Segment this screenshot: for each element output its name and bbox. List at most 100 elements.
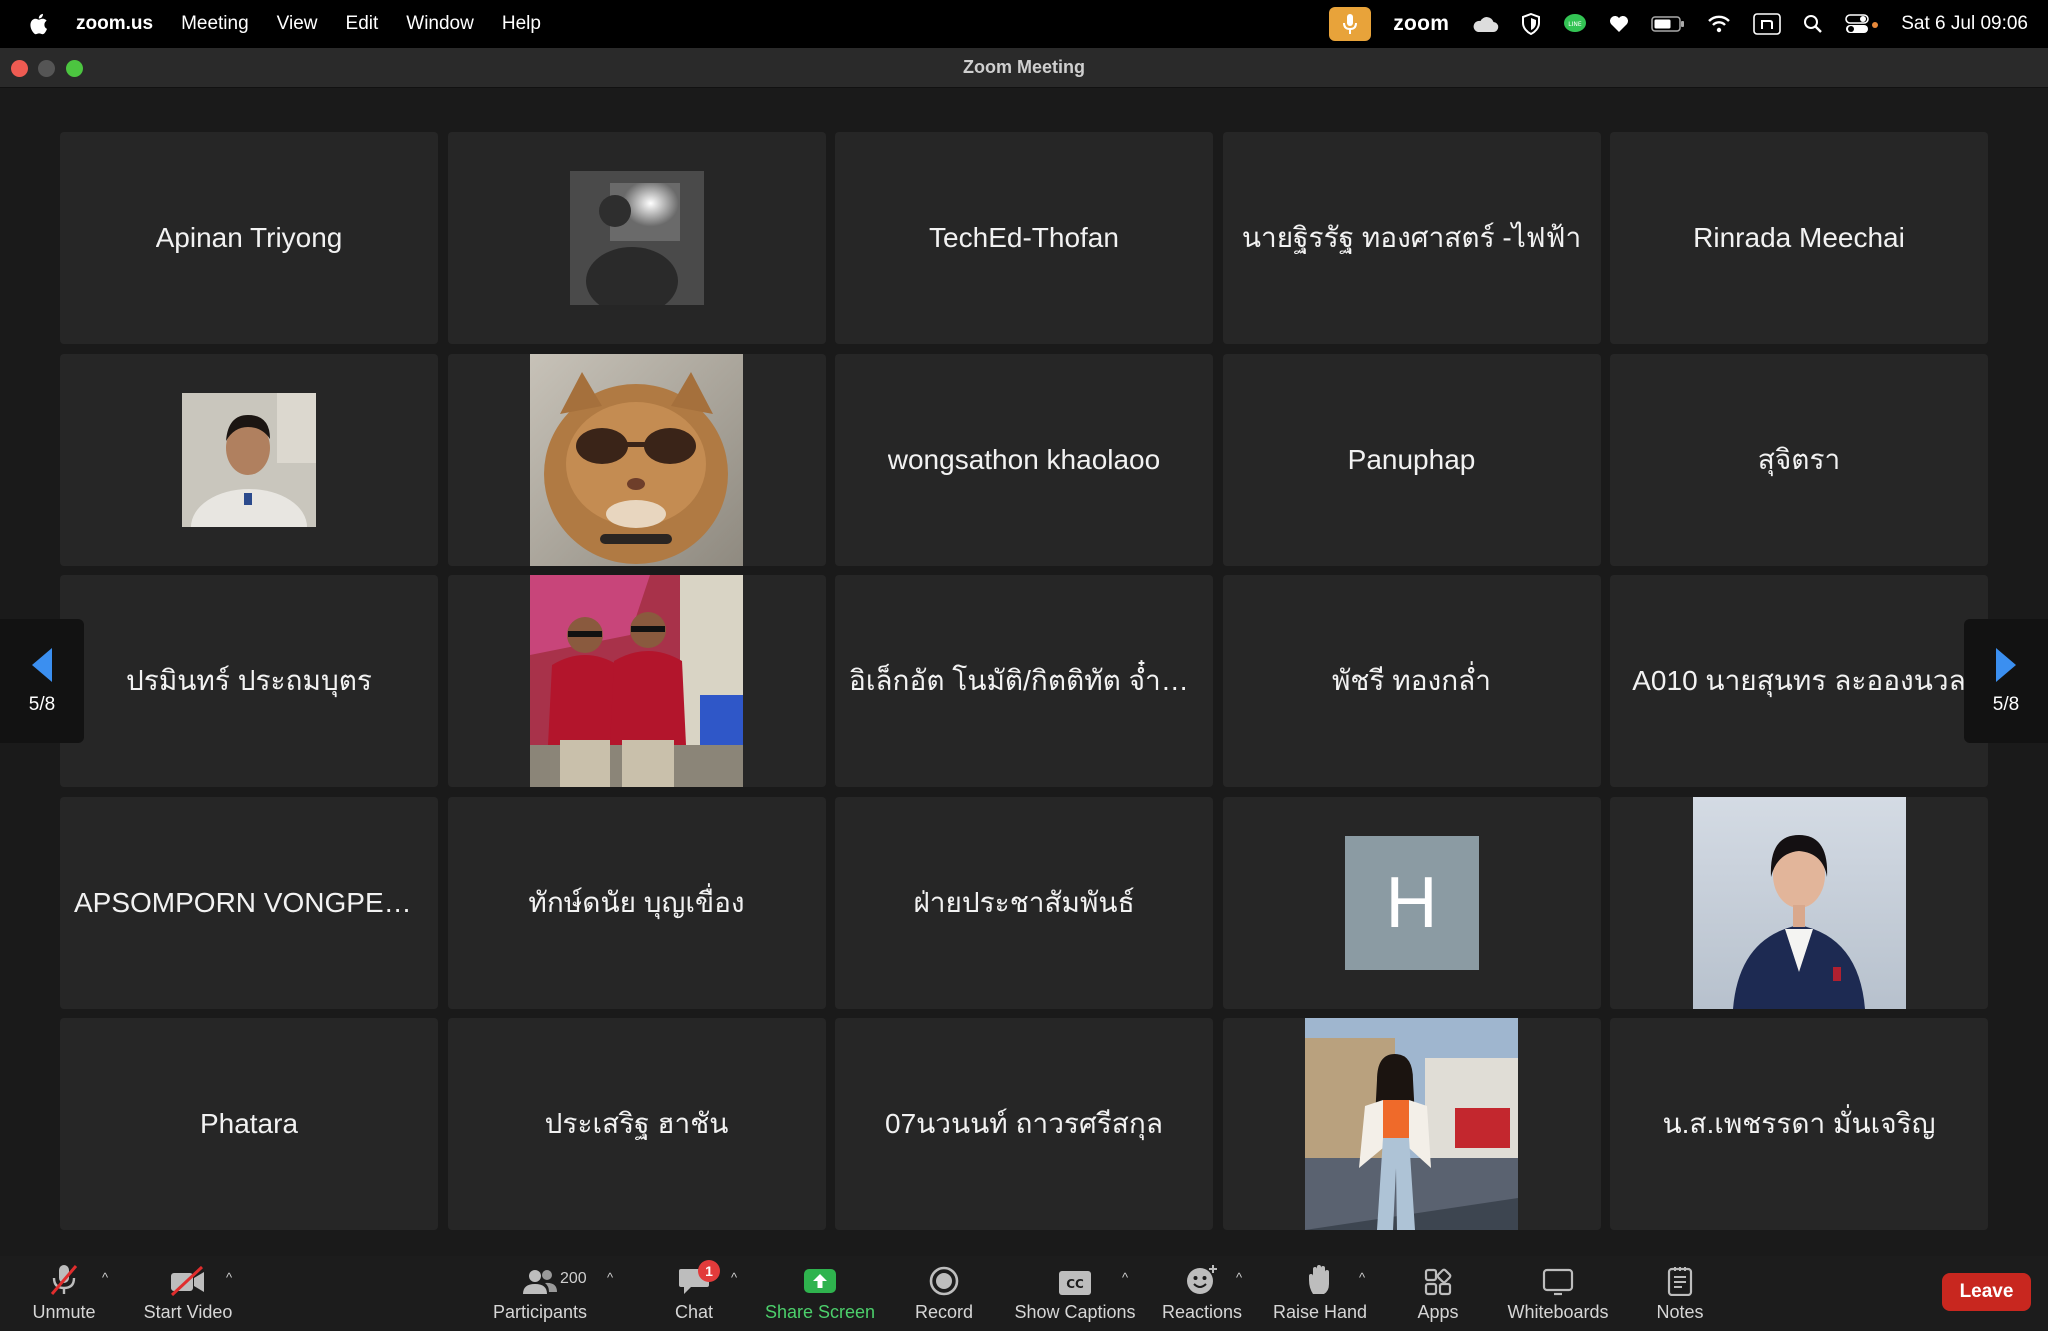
chevron-right-icon <box>1996 648 2016 682</box>
svg-text:CC: CC <box>1066 1277 1084 1291</box>
share-screen-button[interactable]: Share Screen <box>760 1256 880 1331</box>
shield-icon[interactable] <box>1521 13 1541 35</box>
record-button[interactable]: Record <box>904 1256 984 1331</box>
participant-tile[interactable]: ปรมินทร์ ประถมบุตร <box>60 575 438 787</box>
participant-tile[interactable]: Rinrada Meechai <box>1610 132 1988 344</box>
participant-cat-photo <box>530 353 743 566</box>
chat-label: Chat <box>674 1302 714 1322</box>
menu-help[interactable]: Help <box>502 13 541 35</box>
chevron-left-icon <box>32 648 52 682</box>
unmute-label: Unmute <box>32 1302 96 1322</box>
raise-hand-button[interactable]: Raise Hand <box>1272 1256 1368 1331</box>
raise-hand-options-caret-icon[interactable]: ^ <box>1359 1270 1365 1285</box>
participant-group-photo <box>530 575 743 787</box>
participant-tile[interactable]: น.ส.เพชรรดา มั่นเจริญ <box>1610 1018 1988 1230</box>
participant-name: APSOMPORN VONGPEA... <box>74 886 424 918</box>
participant-tile[interactable]: APSOMPORN VONGPEA... <box>60 796 438 1009</box>
participant-name: 07นวนนท์ ถาวรศรีสกุล <box>885 1108 1163 1139</box>
participant-name: ทักษ์ดนัย บุญเขื่อง <box>528 886 745 918</box>
participant-tile[interactable] <box>1610 796 1988 1009</box>
menu-view[interactable]: View <box>277 13 318 35</box>
whiteboard-icon <box>1542 1268 1574 1296</box>
participant-tile[interactable]: ทักษ์ดนัย บุญเขื่อง <box>447 796 826 1009</box>
participant-tile[interactable] <box>1222 1018 1601 1230</box>
participant-name: Apinan Triyong <box>155 222 343 253</box>
participant-tile[interactable]: H <box>1222 796 1601 1009</box>
menu-edit[interactable]: Edit <box>346 13 379 35</box>
unmute-button[interactable]: Unmute <box>28 1256 100 1331</box>
leave-button[interactable]: Leave <box>1942 1273 2031 1311</box>
participant-tile[interactable]: พัชรี ทองกล่ำ <box>1222 575 1601 787</box>
participant-tile[interactable] <box>60 353 438 566</box>
audio-options-caret-icon[interactable]: ^ <box>102 1270 108 1285</box>
previous-page-button[interactable]: 5/8 <box>0 619 84 743</box>
participants-label: Participants <box>492 1302 588 1322</box>
participant-name: Panuphap <box>1347 443 1476 475</box>
menu-meeting[interactable]: Meeting <box>181 13 249 35</box>
participants-button[interactable]: 200 Participants <box>488 1256 592 1331</box>
share-screen-icon <box>804 1269 836 1293</box>
participant-tile[interactable] <box>447 132 826 344</box>
captions-options-caret-icon[interactable]: ^ <box>1122 1270 1128 1285</box>
participant-name: Phatara <box>199 1108 299 1139</box>
notes-icon <box>1667 1267 1693 1296</box>
participant-name: อิเล็กอัต โนมัติ/กิตติทัต จ๋ำป... <box>849 665 1199 696</box>
apple-menu-icon[interactable] <box>28 12 48 36</box>
whiteboards-button[interactable]: Whiteboards <box>1500 1256 1616 1331</box>
participant-name: wongsathon khaolaoo <box>887 443 1161 475</box>
participant-tile[interactable]: อิเล็กอัต โนมัติ/กิตติทัต จ๋ำป... <box>835 575 1213 787</box>
participant-tile[interactable]: Apinan Triyong <box>60 132 438 344</box>
svg-text:LINE: LINE <box>1569 21 1583 28</box>
participant-tile[interactable]: TechEd-Thofan <box>835 132 1213 344</box>
participants-options-caret-icon[interactable]: ^ <box>607 1270 613 1285</box>
wifi-icon[interactable] <box>1707 15 1731 33</box>
input-source-icon[interactable] <box>1753 13 1782 35</box>
participant-tile[interactable]: Panuphap <box>1222 353 1601 566</box>
heart-icon[interactable] <box>1609 15 1629 33</box>
participant-tile[interactable]: ประเสริฐ ฮาชัน <box>447 1018 826 1230</box>
participants-icon <box>523 1270 557 1294</box>
battery-icon[interactable] <box>1651 15 1685 33</box>
chat-options-caret-icon[interactable]: ^ <box>731 1270 737 1285</box>
window-title-bar: Zoom Meeting <box>0 48 2048 88</box>
mic-status-icon[interactable] <box>1329 7 1372 41</box>
next-page-button[interactable]: 5/8 <box>1964 619 2048 743</box>
reactions-button[interactable]: Reactions <box>1160 1256 1244 1331</box>
participant-tile[interactable]: 07นวนนท์ ถาวรศรีสกุล <box>835 1018 1213 1230</box>
start-video-label: Start Video <box>143 1302 233 1322</box>
participant-tile[interactable]: A010 นายสุนทร ละอองนวล <box>1610 575 1988 787</box>
participant-tile[interactable]: wongsathon khaolaoo <box>835 353 1213 566</box>
menu-bar: zoom.us Meeting View Edit Window Help zo… <box>0 0 2048 48</box>
clock[interactable]: Sat 6 Jul 09:06 <box>1901 13 2028 35</box>
reactions-options-caret-icon[interactable]: ^ <box>1236 1270 1242 1285</box>
line-icon[interactable]: LINE <box>1563 13 1587 35</box>
raise-hand-icon <box>1309 1265 1329 1294</box>
participant-tile[interactable] <box>447 575 826 787</box>
control-center-icon[interactable] <box>1845 14 1879 34</box>
cloud-icon[interactable] <box>1471 15 1499 33</box>
participant-tile[interactable] <box>447 353 826 566</box>
window-title: Zoom Meeting <box>963 57 1085 77</box>
page-indicator: 5/8 <box>1992 694 2020 715</box>
participant-name: ฝ่ายประชาสัมพันธ์ <box>913 886 1135 918</box>
captions-icon: CC <box>1059 1271 1091 1295</box>
menu-window[interactable]: Window <box>406 13 474 35</box>
participant-tile[interactable]: นายฐิรรัฐ ทองศาสตร์ -ไฟฟ้า <box>1222 132 1601 344</box>
participant-tile[interactable]: Phatara <box>60 1018 438 1230</box>
participant-tile[interactable]: ฝ่ายประชาสัมพันธ์ <box>835 796 1213 1009</box>
zoom-status-icon[interactable]: zoom <box>1393 12 1449 36</box>
participant-portrait-photo <box>1692 796 1906 1009</box>
chat-button[interactable]: 1 Chat <box>662 1256 726 1331</box>
start-video-button[interactable]: Start Video <box>138 1256 238 1331</box>
meeting-toolbar: Unmute ^ Start Video ^ 200 Participants … <box>0 1256 2048 1331</box>
participant-tile[interactable]: สุจิตรา <box>1610 353 1988 566</box>
menu-app-name[interactable]: zoom.us <box>76 13 153 35</box>
apps-button[interactable]: Apps <box>1400 1256 1476 1331</box>
video-options-caret-icon[interactable]: ^ <box>226 1270 232 1285</box>
search-icon[interactable] <box>1803 14 1823 34</box>
participant-name: TechEd-Thofan <box>929 222 1119 253</box>
show-captions-button[interactable]: CC Show Captions <box>1008 1256 1142 1331</box>
participant-name: ประเสริฐ ฮาชัน <box>544 1108 729 1139</box>
notes-button[interactable]: Notes <box>1640 1256 1720 1331</box>
participants-count: 200 <box>560 1270 587 1287</box>
